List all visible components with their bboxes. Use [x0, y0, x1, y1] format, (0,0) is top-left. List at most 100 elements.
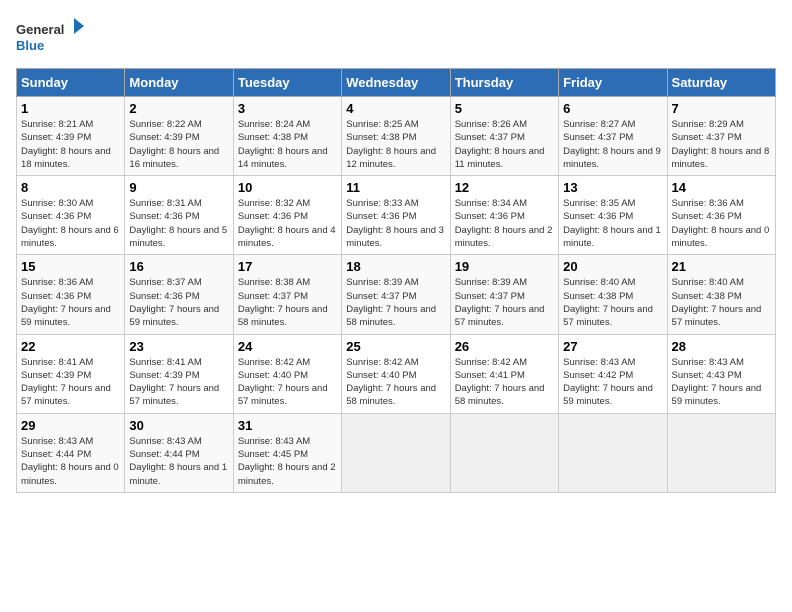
day-number: 23 — [129, 339, 228, 354]
day-number: 15 — [21, 259, 120, 274]
day-detail: Sunrise: 8:43 AMSunset: 4:43 PMDaylight:… — [672, 356, 771, 409]
weekday-friday: Friday — [559, 69, 667, 97]
day-number: 20 — [563, 259, 662, 274]
calendar-cell: 2 Sunrise: 8:22 AMSunset: 4:39 PMDaylight… — [125, 97, 233, 176]
day-detail: Sunrise: 8:32 AMSunset: 4:36 PMDaylight:… — [238, 197, 337, 250]
day-number: 18 — [346, 259, 445, 274]
calendar-cell: 12 Sunrise: 8:34 AMSunset: 4:36 PMDayligh… — [450, 176, 558, 255]
header: General Blue — [16, 16, 776, 56]
calendar-cell: 8 Sunrise: 8:30 AMSunset: 4:36 PMDaylight… — [17, 176, 125, 255]
day-number: 26 — [455, 339, 554, 354]
calendar-cell: 3Sunrise: 8:24 AMSunset: 4:38 PMDaylight… — [233, 97, 341, 176]
calendar-cell: 30 Sunrise: 8:43 AMSunset: 4:44 PMDayligh… — [125, 413, 233, 492]
calendar-cell: 11 Sunrise: 8:33 AMSunset: 4:36 PMDayligh… — [342, 176, 450, 255]
calendar-cell: 17 Sunrise: 8:38 AMSunset: 4:37 PMDayligh… — [233, 255, 341, 334]
day-number: 5 — [455, 101, 554, 116]
svg-text:General: General — [16, 22, 64, 37]
calendar-cell: 19 Sunrise: 8:39 AMSunset: 4:37 PMDayligh… — [450, 255, 558, 334]
day-detail: Sunrise: 8:36 AMSunset: 4:36 PMDaylight:… — [21, 276, 120, 329]
calendar-cell — [559, 413, 667, 492]
day-number: 31 — [238, 418, 337, 433]
day-detail: Sunrise: 8:33 AMSunset: 4:36 PMDaylight:… — [346, 197, 445, 250]
calendar-cell: 5Sunrise: 8:26 AMSunset: 4:37 PMDaylight… — [450, 97, 558, 176]
calendar-table: SundayMondayTuesdayWednesdayThursdayFrid… — [16, 68, 776, 493]
calendar-cell: 13 Sunrise: 8:35 AMSunset: 4:36 PMDayligh… — [559, 176, 667, 255]
logo: General Blue — [16, 16, 86, 56]
day-number: 14 — [672, 180, 771, 195]
day-detail: Sunrise: 8:41 AMSunset: 4:39 PMDaylight:… — [21, 356, 120, 409]
calendar-cell: 10 Sunrise: 8:32 AMSunset: 4:36 PMDayligh… — [233, 176, 341, 255]
day-detail: Sunrise: 8:43 AMSunset: 4:42 PMDaylight:… — [563, 356, 662, 409]
day-detail: Sunrise: 8:36 AMSunset: 4:36 PMDaylight:… — [672, 197, 771, 250]
calendar-cell: 4 Sunrise: 8:25 AMSunset: 4:38 PMDaylight… — [342, 97, 450, 176]
day-number: 30 — [129, 418, 228, 433]
day-detail: Sunrise: 8:41 AMSunset: 4:39 PMDaylight:… — [129, 356, 228, 409]
weekday-header-row: SundayMondayTuesdayWednesdayThursdayFrid… — [17, 69, 776, 97]
day-number: 4 — [346, 101, 445, 116]
day-number: 21 — [672, 259, 771, 274]
calendar-cell: 16 Sunrise: 8:37 AMSunset: 4:36 PMDayligh… — [125, 255, 233, 334]
day-number: 1 — [21, 101, 120, 116]
weekday-monday: Monday — [125, 69, 233, 97]
calendar-cell: 22Sunrise: 8:41 AMSunset: 4:39 PMDayligh… — [17, 334, 125, 413]
day-number: 27 — [563, 339, 662, 354]
calendar-body: 1 Sunrise: 8:21 AMSunset: 4:39 PMDaylight… — [17, 97, 776, 493]
calendar-week-4: 22Sunrise: 8:41 AMSunset: 4:39 PMDayligh… — [17, 334, 776, 413]
day-detail: Sunrise: 8:43 AMSunset: 4:44 PMDaylight:… — [129, 435, 228, 488]
calendar-cell: 25 Sunrise: 8:42 AMSunset: 4:40 PMDayligh… — [342, 334, 450, 413]
weekday-sunday: Sunday — [17, 69, 125, 97]
day-detail: Sunrise: 8:39 AMSunset: 4:37 PMDaylight:… — [455, 276, 554, 329]
day-detail: Sunrise: 8:43 AMSunset: 4:44 PMDaylight:… — [21, 435, 120, 488]
weekday-saturday: Saturday — [667, 69, 775, 97]
day-detail: Sunrise: 8:34 AMSunset: 4:36 PMDaylight:… — [455, 197, 554, 250]
day-number: 25 — [346, 339, 445, 354]
day-number: 17 — [238, 259, 337, 274]
calendar-cell: 23 Sunrise: 8:41 AMSunset: 4:39 PMDayligh… — [125, 334, 233, 413]
weekday-wednesday: Wednesday — [342, 69, 450, 97]
weekday-tuesday: Tuesday — [233, 69, 341, 97]
day-detail: Sunrise: 8:29 AMSunset: 4:37 PMDaylight:… — [672, 118, 771, 171]
day-detail: Sunrise: 8:43 AMSunset: 4:45 PMDaylight:… — [238, 435, 337, 488]
calendar-week-5: 29 Sunrise: 8:43 AMSunset: 4:44 PMDayligh… — [17, 413, 776, 492]
calendar-cell: 18 Sunrise: 8:39 AMSunset: 4:37 PMDayligh… — [342, 255, 450, 334]
calendar-cell — [342, 413, 450, 492]
calendar-cell: 14 Sunrise: 8:36 AMSunset: 4:36 PMDayligh… — [667, 176, 775, 255]
day-number: 12 — [455, 180, 554, 195]
day-number: 11 — [346, 180, 445, 195]
day-number: 19 — [455, 259, 554, 274]
calendar-cell: 24 Sunrise: 8:42 AMSunset: 4:40 PMDayligh… — [233, 334, 341, 413]
day-detail: Sunrise: 8:40 AMSunset: 4:38 PMDaylight:… — [672, 276, 771, 329]
day-number: 29 — [21, 418, 120, 433]
calendar-cell: 7Sunrise: 8:29 AMSunset: 4:37 PMDaylight… — [667, 97, 775, 176]
calendar-week-2: 8 Sunrise: 8:30 AMSunset: 4:36 PMDaylight… — [17, 176, 776, 255]
day-number: 6 — [563, 101, 662, 116]
calendar-cell: 6Sunrise: 8:27 AMSunset: 4:37 PMDaylight… — [559, 97, 667, 176]
day-number: 13 — [563, 180, 662, 195]
day-number: 2 — [129, 101, 228, 116]
day-detail: Sunrise: 8:22 AMSunset: 4:39 PMDaylight:… — [129, 118, 228, 171]
day-number: 24 — [238, 339, 337, 354]
calendar-cell: 9Sunrise: 8:31 AMSunset: 4:36 PMDaylight… — [125, 176, 233, 255]
calendar-cell: 20Sunrise: 8:40 AMSunset: 4:38 PMDayligh… — [559, 255, 667, 334]
svg-text:Blue: Blue — [16, 38, 44, 53]
logo-svg: General Blue — [16, 16, 86, 56]
calendar-cell: 31 Sunrise: 8:43 AMSunset: 4:45 PMDayligh… — [233, 413, 341, 492]
day-number: 3 — [238, 101, 337, 116]
day-detail: Sunrise: 8:30 AMSunset: 4:36 PMDaylight:… — [21, 197, 120, 250]
day-detail: Sunrise: 8:42 AMSunset: 4:41 PMDaylight:… — [455, 356, 554, 409]
calendar-cell: 29 Sunrise: 8:43 AMSunset: 4:44 PMDayligh… — [17, 413, 125, 492]
day-number: 10 — [238, 180, 337, 195]
day-detail: Sunrise: 8:42 AMSunset: 4:40 PMDaylight:… — [238, 356, 337, 409]
day-detail: Sunrise: 8:42 AMSunset: 4:40 PMDaylight:… — [346, 356, 445, 409]
day-number: 16 — [129, 259, 228, 274]
day-detail: Sunrise: 8:39 AMSunset: 4:37 PMDaylight:… — [346, 276, 445, 329]
day-detail: Sunrise: 8:35 AMSunset: 4:36 PMDaylight:… — [563, 197, 662, 250]
day-detail: Sunrise: 8:25 AMSunset: 4:38 PMDaylight:… — [346, 118, 445, 171]
day-detail: Sunrise: 8:21 AMSunset: 4:39 PMDaylight:… — [21, 118, 120, 171]
day-number: 8 — [21, 180, 120, 195]
calendar-week-1: 1 Sunrise: 8:21 AMSunset: 4:39 PMDaylight… — [17, 97, 776, 176]
day-number: 28 — [672, 339, 771, 354]
day-detail: Sunrise: 8:37 AMSunset: 4:36 PMDaylight:… — [129, 276, 228, 329]
calendar-cell: 1 Sunrise: 8:21 AMSunset: 4:39 PMDaylight… — [17, 97, 125, 176]
day-detail: Sunrise: 8:38 AMSunset: 4:37 PMDaylight:… — [238, 276, 337, 329]
